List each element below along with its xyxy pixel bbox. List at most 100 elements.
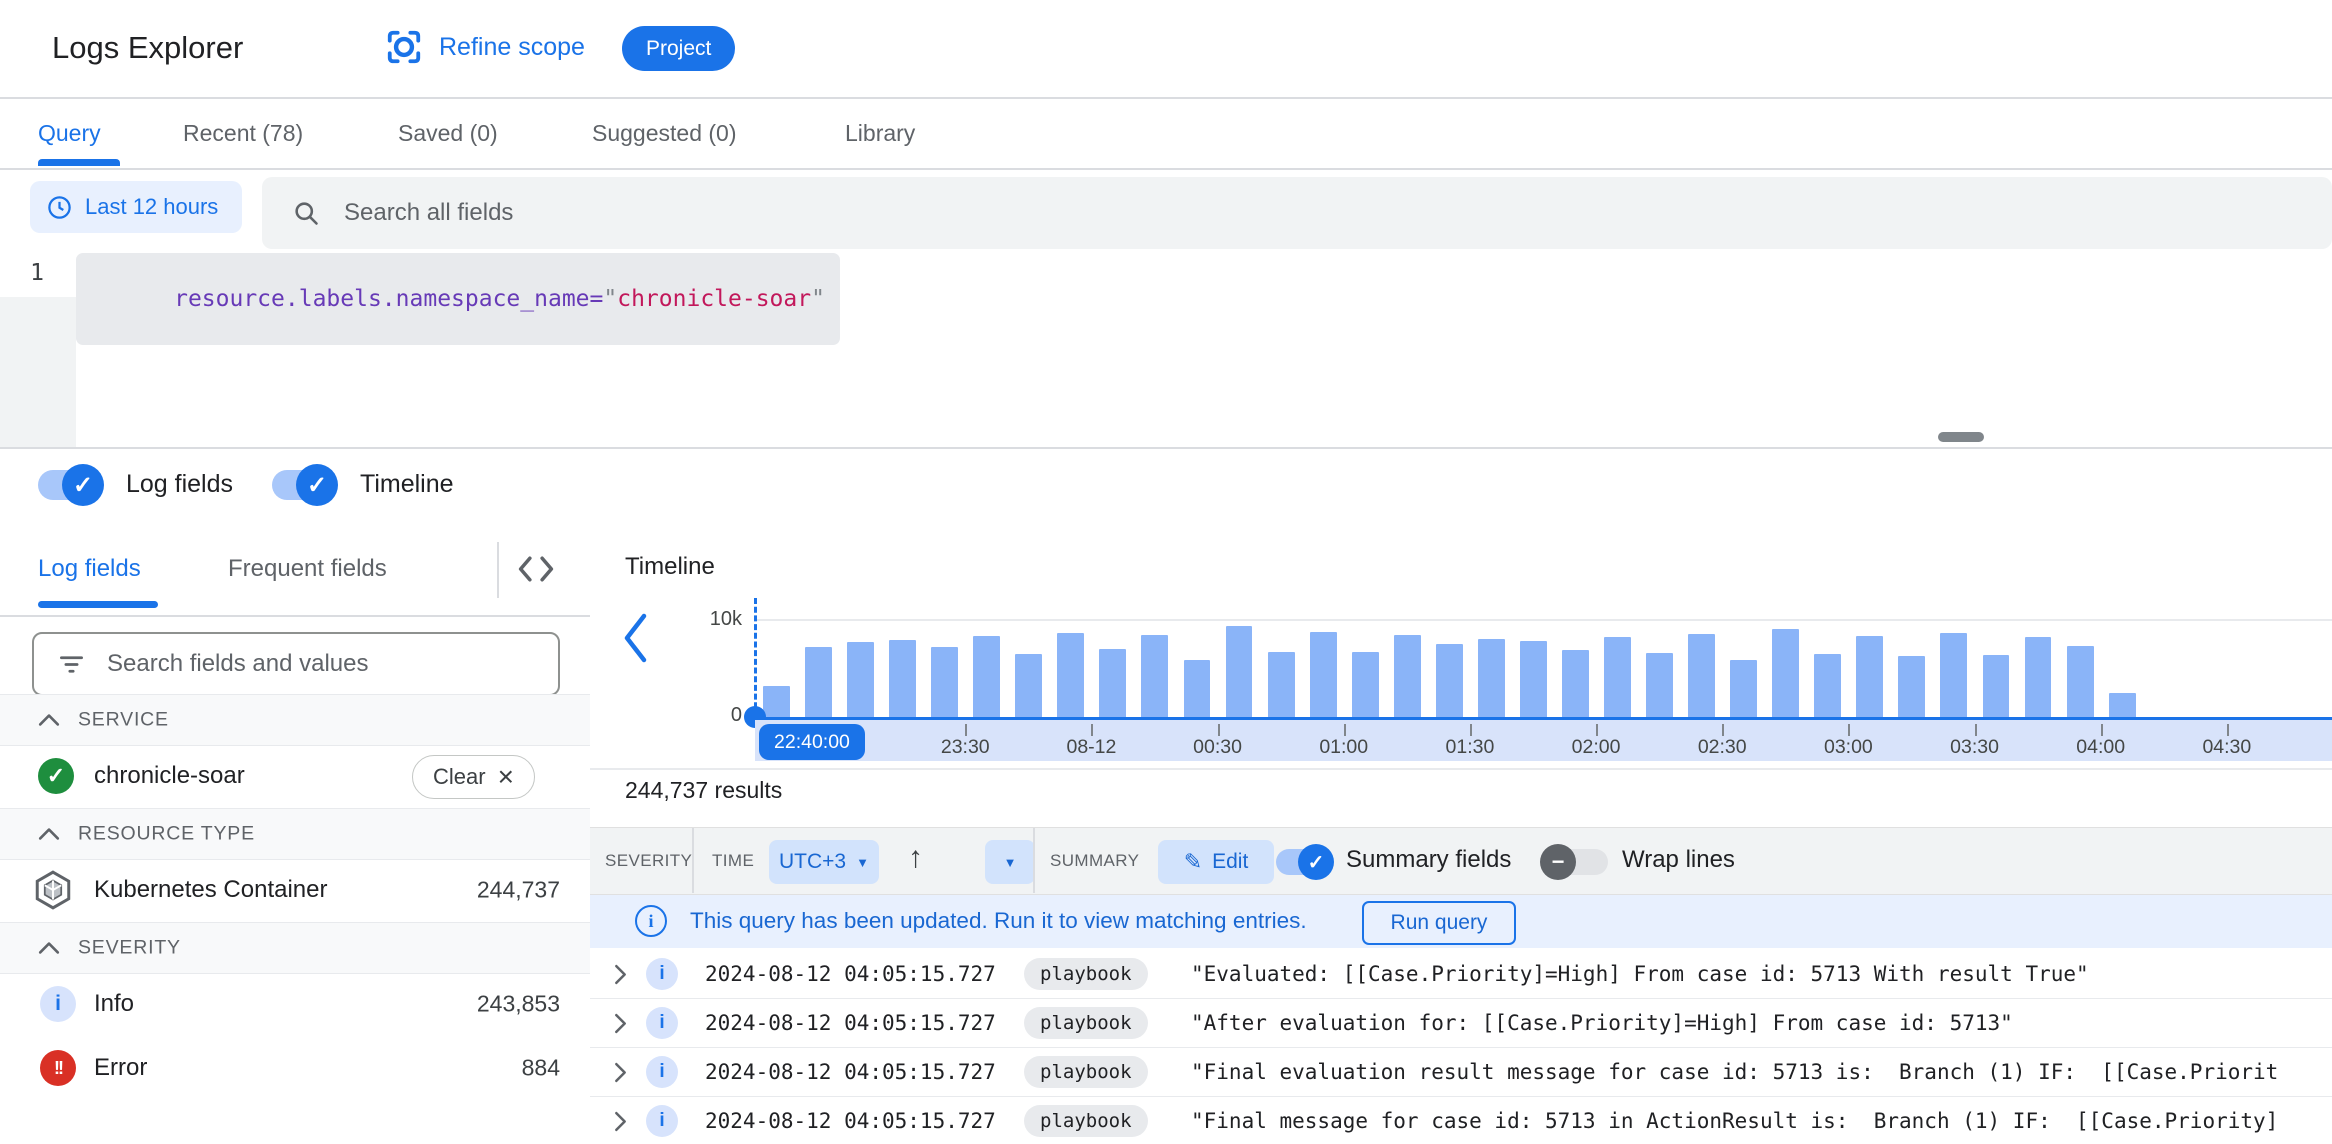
chevron-right-icon[interactable] <box>612 1061 629 1089</box>
timeline-bar[interactable] <box>1015 653 1043 717</box>
row-resource-chip[interactable]: playbook <box>1024 958 1148 990</box>
chevron-down-icon: ▼ <box>1003 854 1017 870</box>
selection-start-line[interactable] <box>754 598 757 717</box>
timeline-bar[interactable] <box>2066 646 2094 717</box>
timeline-bar[interactable] <box>1183 659 1211 717</box>
timeline-toggle-thumb[interactable]: ✓ <box>296 464 338 506</box>
timeline-bar[interactable] <box>1688 633 1716 717</box>
filter-icon <box>58 651 85 678</box>
chevron-right-icon[interactable] <box>612 1110 629 1138</box>
timeline-bar[interactable] <box>805 647 832 717</box>
fields-search-input[interactable] <box>105 649 529 679</box>
x-axis-tick <box>1848 724 1851 736</box>
row-resource-chip[interactable]: playbook <box>1024 1007 1148 1039</box>
chevron-right-icon[interactable] <box>612 1012 629 1040</box>
tab-saved[interactable]: Saved (0) <box>398 120 498 147</box>
x-axis-label: 04:00 <box>2076 736 2126 758</box>
refine-scope-button[interactable]: Refine scope <box>385 28 585 66</box>
timeline-bar[interactable] <box>762 685 790 717</box>
timeline-bar[interactable] <box>1772 628 1800 717</box>
editor-resize-handle[interactable] <box>1938 432 1984 442</box>
timeline-bar[interactable] <box>1562 650 1589 717</box>
sidebar-tab-frequent-fields[interactable]: Frequent fields <box>228 555 387 583</box>
log-rows: i 2024-08-12 04:05:15.727 playbook "Evaluat… <box>590 950 2332 1144</box>
timeline-bar[interactable] <box>1267 652 1295 717</box>
timeline-bar[interactable] <box>1309 631 1337 717</box>
timeline-bar[interactable] <box>1141 634 1169 717</box>
tab-library[interactable]: Library <box>845 120 915 147</box>
time-options-dropdown[interactable]: ▼ <box>985 840 1035 884</box>
facet-row-info[interactable]: i Info 243,853 <box>0 972 590 1036</box>
timeline-bar[interactable] <box>2024 637 2052 717</box>
timeline-bar[interactable] <box>973 635 1001 717</box>
facet-row-chronicle-soar[interactable]: ✓ chronicle-soar Clear × <box>0 744 590 808</box>
table-row[interactable]: i 2024-08-12 04:05:15.727 playbook "Final e… <box>590 1048 2332 1097</box>
timeline-bar[interactable] <box>1940 632 1968 717</box>
timeline-bar[interactable] <box>1477 639 1505 717</box>
clear-filter-button[interactable]: Clear × <box>412 755 535 799</box>
x-axis-label: 00:30 <box>1193 736 1242 758</box>
row-resource-chip[interactable]: playbook <box>1024 1105 1148 1137</box>
sidebar-tab-log-fields[interactable]: Log fields <box>38 555 141 583</box>
tab-recent[interactable]: Recent (78) <box>183 120 303 147</box>
code-collapse-icon[interactable] <box>516 553 556 590</box>
section-header-resource-type[interactable]: RESOURCE TYPE <box>0 808 590 860</box>
timeline-bar[interactable] <box>1225 625 1253 717</box>
logs-explorer-window: Logs Explorer Refine scope Project Query… <box>0 0 2332 1144</box>
timeline-bar[interactable] <box>1099 649 1127 717</box>
timeline-bar[interactable] <box>1982 654 2010 717</box>
query-line[interactable]: resource.labels.namespace_name="chronicl… <box>76 253 840 345</box>
run-query-button[interactable]: Run query <box>1362 901 1516 945</box>
timeline-bar[interactable] <box>1435 644 1463 717</box>
info-icon: i <box>646 1007 678 1039</box>
wrap-lines-toggle-thumb[interactable]: − <box>1540 844 1576 880</box>
tab-query[interactable]: Query <box>38 120 101 147</box>
tab-suggested[interactable]: Suggested (0) <box>592 120 736 147</box>
edit-summary-button[interactable]: ✎ Edit <box>1158 840 1274 884</box>
query-editor[interactable]: 1 resource.labels.namespace_name="chroni… <box>0 250 2332 447</box>
pencil-icon: ✎ <box>1183 849 1203 874</box>
timeline-bar[interactable] <box>2108 692 2136 717</box>
timeline-bar[interactable] <box>1898 655 1926 717</box>
timeline-plot[interactable] <box>755 598 2332 717</box>
timeline-bar[interactable] <box>1351 652 1379 717</box>
table-row[interactable]: i 2024-08-12 04:05:15.727 playbook "Final m… <box>590 1097 2332 1144</box>
query-value-token: chronicle-soar <box>617 286 812 312</box>
timeline-bar[interactable] <box>1814 653 1842 717</box>
timeline-bar[interactable] <box>1730 659 1758 717</box>
table-row[interactable]: i 2024-08-12 04:05:15.727 playbook "After e… <box>590 999 2332 1048</box>
timeline-bar[interactable] <box>1604 637 1631 717</box>
sort-ascending-icon[interactable]: ↑ <box>908 841 923 875</box>
table-row[interactable]: i 2024-08-12 04:05:15.727 playbook "Evaluat… <box>590 950 2332 999</box>
x-axis-label: 03:00 <box>1823 736 1873 758</box>
timeline-results-divider <box>590 768 2332 770</box>
timeline-bar[interactable] <box>1856 635 1884 717</box>
chevron-right-icon[interactable] <box>612 963 629 991</box>
timeline-bar[interactable] <box>847 642 874 717</box>
row-resource-chip[interactable]: playbook <box>1024 1056 1148 1088</box>
results-count: 244,737 results <box>625 777 783 803</box>
facet-row-kubernetes-container[interactable]: Kubernetes Container 244,737 <box>0 858 590 922</box>
project-scope-badge[interactable]: Project <box>622 26 736 71</box>
scan-frame-icon <box>385 28 423 66</box>
x-axis-tick <box>2100 724 2103 736</box>
timeline-bar[interactable] <box>889 640 917 717</box>
timeline-bar[interactable] <box>1646 652 1674 717</box>
timeline-bar[interactable] <box>1057 632 1085 717</box>
chevron-up-icon <box>38 827 60 846</box>
main-tab-bar: Query Recent (78) Saved (0) Suggested (0… <box>0 97 2332 168</box>
section-header-service[interactable]: SERVICE <box>0 694 590 746</box>
section-header-severity[interactable]: SEVERITY <box>0 922 590 974</box>
time-range-chip[interactable]: Last 12 hours <box>30 181 242 233</box>
timeline-bar[interactable] <box>1519 641 1547 717</box>
row-message: "Final evaluation result message for cas… <box>1191 1060 2279 1084</box>
chevron-left-icon[interactable] <box>620 611 650 670</box>
search-all-fields-input[interactable] <box>342 198 2246 228</box>
timeline-bar[interactable] <box>931 647 959 717</box>
facet-row-error[interactable]: !! Error 884 <box>0 1036 590 1100</box>
timezone-dropdown[interactable]: UTC+3 ▼ <box>769 840 879 884</box>
log-fields-toggle-thumb[interactable]: ✓ <box>62 464 104 506</box>
timeline-bar[interactable] <box>1393 634 1421 717</box>
summary-fields-toggle-thumb[interactable]: ✓ <box>1298 844 1334 880</box>
timeline-axis-band[interactable]: 22:40:00 23:30 08-12 00:30 01:00 01:30 02:00 0… <box>755 717 2332 761</box>
